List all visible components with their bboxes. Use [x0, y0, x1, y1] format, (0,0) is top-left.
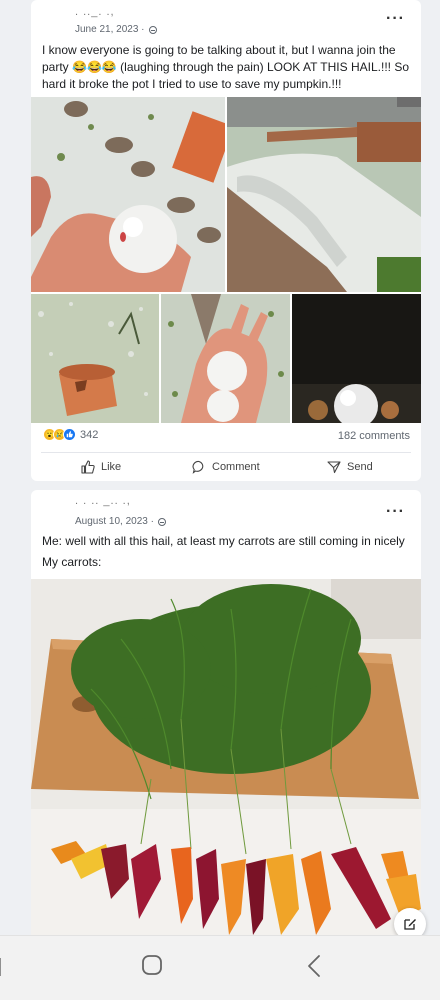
post-header: . .._. ., June 21, 2023 · ··· [31, 0, 421, 40]
photo-broken-pot[interactable] [31, 294, 159, 423]
post-text-line1: Me: well with all this hail, at least my… [42, 534, 405, 548]
home-icon[interactable] [141, 954, 163, 976]
photo-carrots[interactable] [31, 579, 421, 935]
like-label: Like [101, 461, 122, 473]
post-card-2: . . .. _.. ., August 10, 2023 · ··· Me: … [31, 490, 421, 935]
reactions[interactable]: 😮 😢 342 [43, 428, 98, 441]
compose-icon [404, 919, 416, 930]
post-date[interactable]: June 21, 2023 · [75, 24, 145, 35]
photo-hail-yard[interactable] [227, 97, 421, 292]
comment-icon [192, 460, 204, 474]
more-icon[interactable]: ··· [386, 10, 405, 28]
divider [41, 452, 411, 453]
send-label: Send [347, 461, 373, 473]
post-date[interactable]: August 10, 2023 · [75, 516, 154, 527]
like-icon [81, 460, 95, 474]
back-icon[interactable] [306, 954, 322, 978]
globe-icon [148, 25, 157, 34]
globe-icon [157, 517, 166, 526]
post-text-line2: My carrots: [42, 555, 102, 569]
comment-label: Comment [212, 461, 260, 473]
reaction-count: 342 [80, 428, 99, 441]
photo-hail-in-hand[interactable] [31, 97, 225, 292]
post-actions: Like Comment Send [31, 456, 421, 478]
comments-count[interactable]: 182 comments [338, 430, 410, 442]
comment-button[interactable]: Comment [192, 460, 260, 474]
more-icon[interactable]: ··· [386, 503, 405, 521]
like-button[interactable]: Like [81, 460, 121, 474]
photo-hail-in-palm[interactable] [161, 294, 290, 423]
system-navigation-bar [0, 935, 440, 1000]
photo-grid [31, 97, 421, 423]
send-button[interactable]: Send [327, 460, 373, 474]
post-stats: 😮 😢 342 182 comments [31, 428, 421, 446]
recent-apps-icon[interactable] [0, 956, 8, 978]
post-header: . . .. _.. ., August 10, 2023 · ··· [31, 490, 421, 528]
author-name[interactable]: . . .. _.. ., [75, 495, 131, 507]
post-meta: August 10, 2023 · [75, 516, 166, 527]
like-reaction-icon [63, 428, 76, 441]
author-name[interactable]: . .._. ., [75, 6, 115, 18]
send-icon [327, 461, 341, 474]
post-meta: June 21, 2023 · [75, 24, 157, 35]
post-text: I know everyone is going to be talking a… [42, 43, 409, 91]
post-card-1: . .._. ., June 21, 2023 · ··· I know eve… [31, 0, 421, 481]
photo-hail-with-coins[interactable] [292, 294, 421, 423]
